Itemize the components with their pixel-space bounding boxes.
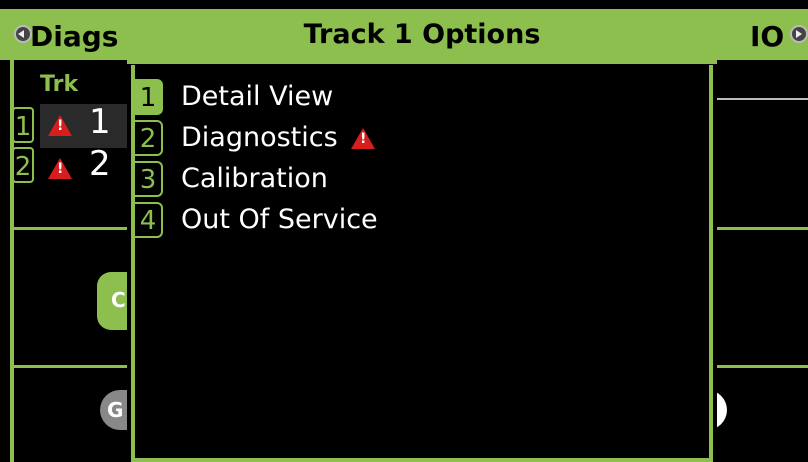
right-divider-2 [717, 365, 808, 368]
option-detail-view[interactable]: 1 Detail View [135, 77, 635, 117]
dialog-body: 1 Detail View 2 Diagnostics 3 Calibratio… [131, 65, 713, 462]
warning-icon [48, 115, 72, 136]
io-tab-title: IO [750, 20, 785, 53]
track-row-index: 2 [12, 147, 34, 183]
option-out-of-service[interactable]: 4 Out Of Service [135, 200, 635, 240]
track-column-header: Trk [40, 72, 79, 97]
option-label: Diagnostics [181, 122, 338, 153]
option-label: Detail View [181, 81, 334, 112]
partial-button-label: G [107, 398, 124, 422]
option-index: 3 [135, 161, 163, 197]
option-index: 4 [135, 202, 163, 238]
warning-icon [48, 158, 72, 179]
option-calibration[interactable]: 3 Calibration [135, 159, 635, 199]
nav-right-icon[interactable] [790, 25, 808, 43]
diags-tab-title: Diags [30, 20, 119, 53]
left-divider-1 [10, 227, 130, 230]
track-number: 2 [89, 144, 111, 184]
partial-button-label: C [111, 288, 126, 312]
option-index: 1 [135, 79, 163, 115]
dialog-header: Track 1 Options [127, 9, 717, 64]
dialog-title: Track 1 Options [303, 19, 541, 50]
right-divider-0 [717, 98, 808, 100]
option-index: 2 [135, 120, 163, 156]
option-label: Calibration [181, 163, 328, 194]
option-label: Out Of Service [181, 204, 378, 235]
warning-icon [351, 128, 375, 149]
track-number: 1 [89, 102, 111, 142]
left-divider-2 [10, 365, 130, 368]
right-divider-1 [717, 227, 808, 230]
option-diagnostics[interactable]: 2 Diagnostics [135, 118, 635, 158]
track-options-dialog: Track 1 Options 1 Detail View 2 Diagnost… [127, 9, 717, 462]
track-row-index: 1 [12, 107, 34, 143]
